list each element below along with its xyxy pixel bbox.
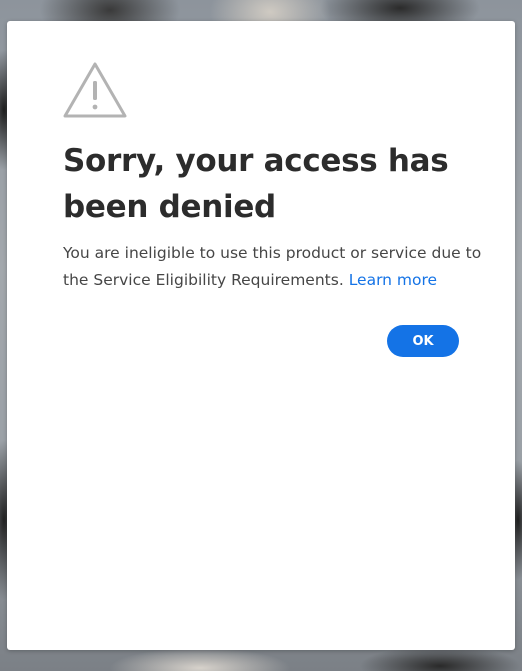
learn-more-link[interactable]: Learn more: [349, 271, 437, 289]
dialog-title: Sorry, your access has been denied: [63, 143, 449, 225]
access-denied-dialog: Sorry, your access has been denied You a…: [7, 21, 515, 650]
ok-button[interactable]: OK: [387, 325, 459, 357]
dialog-message: You are ineligible to use this product o…: [63, 240, 483, 294]
alert-triangle-icon: [62, 61, 128, 119]
